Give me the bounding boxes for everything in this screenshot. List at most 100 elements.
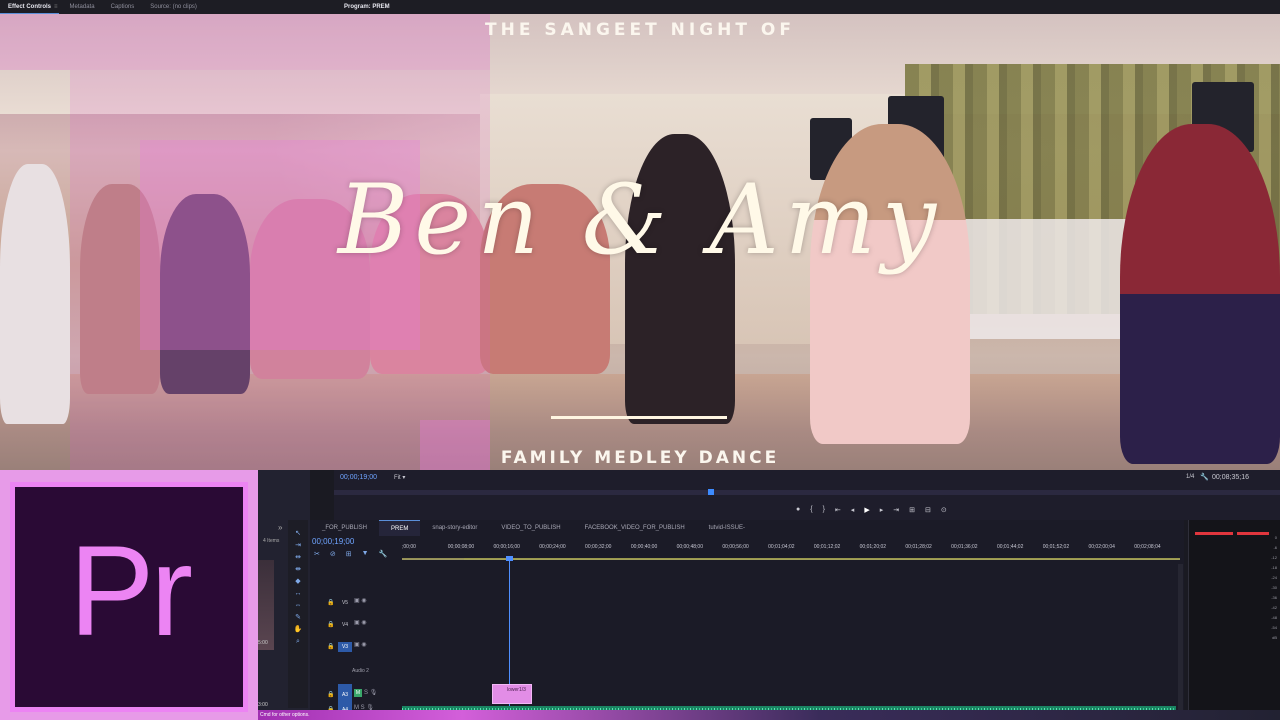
add-marker-icon[interactable]: ● bbox=[796, 506, 800, 514]
program-playhead[interactable] bbox=[708, 489, 714, 495]
track-label-v3[interactable]: V3 bbox=[338, 642, 352, 652]
status-bar: Cmd for other options. bbox=[258, 710, 1280, 720]
graphic-clip-lower-third[interactable]: lower1/3 bbox=[492, 684, 532, 704]
step-back-icon[interactable]: ◂ bbox=[851, 506, 855, 514]
premiere-pro-logo: Pr bbox=[10, 482, 248, 712]
mark-in-icon[interactable]: { bbox=[810, 506, 812, 514]
meter-scale-label: -18 bbox=[1271, 565, 1277, 570]
selection-tool-icon[interactable]: ↖ bbox=[295, 528, 301, 539]
lift-icon[interactable]: ⊞ bbox=[909, 506, 915, 514]
timeline-tools: ✂ ⊘ ⊞ ▼ 🔧 bbox=[314, 550, 387, 558]
snap-icon[interactable]: ✂ bbox=[314, 550, 320, 558]
track-header-v4: 🔒 V4 ▣ ◉ bbox=[310, 614, 402, 634]
zoom-tool-icon[interactable]: ⌕ bbox=[296, 636, 300, 647]
play-icon[interactable]: ▶ bbox=[864, 506, 869, 514]
program-timecode[interactable]: 00;00;19;00 bbox=[340, 474, 377, 481]
tab-metadata[interactable]: Metadata bbox=[62, 0, 103, 14]
linked-selection-icon[interactable]: ⊘ bbox=[330, 550, 336, 558]
tools-panel: ↖ ⇥ ⇹ ⇼ ◆ ↔ ⇔ ✎ ✋ ⌕ bbox=[288, 520, 308, 708]
program-duration: 00;08;35;16 bbox=[1212, 474, 1249, 481]
title-top-text: THE SANGEET NIGHT OF bbox=[485, 20, 795, 40]
tab-tutvid-issue[interactable]: tutvid-ISSUE- bbox=[697, 520, 757, 536]
panel-tab-bar: Effect Controls ≡ Metadata Captions Sour… bbox=[0, 0, 1280, 14]
track-visibility-icon[interactable]: ▣ ◉ bbox=[354, 619, 367, 626]
audio-track-name: Audio 2 bbox=[352, 668, 369, 674]
sequence-tabs: _FOR_PUBLISH PREM snap-story-editor VIDE… bbox=[310, 520, 1184, 536]
timeline-timecode[interactable]: 00;00;19;00 bbox=[312, 537, 354, 546]
meter-scale-label: -54 bbox=[1271, 625, 1277, 630]
go-to-out-icon[interactable]: ⇥ bbox=[893, 506, 899, 514]
track-label-a3[interactable]: A3 bbox=[338, 690, 352, 700]
meter-scale-label: -6 bbox=[1273, 545, 1277, 550]
ruler-tick-label: 00;00;56;00 bbox=[722, 544, 749, 550]
timeline-settings-icon[interactable]: 🔧 bbox=[379, 550, 388, 558]
track-audio-controls: MS 🎙 bbox=[354, 689, 377, 697]
track-visibility-icon[interactable]: ▣ ◉ bbox=[354, 641, 367, 648]
time-ruler[interactable]: ;00;00 00;00;08;00 00;00;16;00 00;00;24;00 0… bbox=[402, 538, 1180, 560]
razor-tool-icon[interactable]: ◆ bbox=[295, 576, 300, 587]
tab-program[interactable]: Program: PREM bbox=[336, 0, 398, 14]
program-scrubber[interactable] bbox=[334, 490, 1280, 495]
pen-tool-icon[interactable]: ✎ bbox=[295, 612, 301, 623]
ruler-tick-label: 00;00;08;00 bbox=[447, 544, 475, 550]
ruler-tick-label: 00;01;28;02 bbox=[905, 544, 932, 550]
mark-out-icon[interactable]: } bbox=[823, 506, 825, 514]
ripple-edit-icon[interactable]: ⇹ bbox=[295, 552, 301, 563]
meter-scale-label: -42 bbox=[1271, 605, 1277, 610]
track-header-v3: 🔒 V3 ▣ ◉ bbox=[310, 636, 402, 656]
step-forward-icon[interactable]: ▸ bbox=[880, 506, 884, 514]
export-frame-icon[interactable]: ⊙ bbox=[941, 506, 947, 514]
fit-label: Fit bbox=[394, 475, 401, 481]
panel-menu-icon[interactable]: ≡ bbox=[54, 4, 58, 10]
solo-button[interactable]: S bbox=[364, 690, 368, 696]
extract-icon[interactable]: ⊟ bbox=[925, 506, 931, 514]
meter-scale-label: -30 bbox=[1271, 585, 1277, 590]
slide-tool-icon[interactable]: ⇔ bbox=[295, 600, 302, 611]
tab-snap-story-editor[interactable]: snap-story-editor bbox=[420, 520, 489, 536]
work-area-bar[interactable] bbox=[402, 558, 1180, 560]
meter-scale-label: -12 bbox=[1271, 555, 1277, 560]
mute-button[interactable]: M bbox=[354, 689, 362, 697]
ruler-tick-label: 00;00;40;00 bbox=[630, 544, 658, 550]
zoom-fit-select[interactable]: Fit ▾ bbox=[394, 474, 405, 481]
tab-effect-controls[interactable]: Effect Controls bbox=[0, 0, 60, 14]
lock-icon[interactable]: 🔒 bbox=[327, 691, 334, 698]
rolling-edit-icon[interactable]: ⇼ bbox=[295, 564, 301, 575]
marker-icon[interactable]: ▼ bbox=[362, 550, 369, 558]
meter-scale-label: 0 bbox=[1274, 535, 1277, 540]
track-header-v5: 🔒 V5 ▣ ◉ bbox=[310, 592, 402, 612]
timeline-vertical-scrollbar[interactable] bbox=[1178, 564, 1183, 714]
tab-facebook-video[interactable]: FACEBOOK_VIDEO_FOR_PUBLISH bbox=[573, 520, 697, 536]
hand-tool-icon[interactable]: ✋ bbox=[294, 624, 303, 635]
tab-video-to-publish[interactable]: VIDEO_TO_PUBLISH bbox=[489, 520, 572, 536]
go-to-in-icon[interactable]: ⇤ bbox=[835, 506, 841, 514]
tab-source[interactable]: Source: (no clips) bbox=[142, 0, 205, 14]
tab-for-publish[interactable]: _FOR_PUBLISH bbox=[310, 520, 379, 536]
panel-overflow-icon[interactable]: » bbox=[278, 523, 282, 532]
add-marker-icon[interactable]: ⊞ bbox=[346, 550, 352, 558]
slip-tool-icon[interactable]: ↔ bbox=[295, 588, 302, 599]
project-thumbnail[interactable] bbox=[258, 560, 274, 650]
lock-icon[interactable]: 🔒 bbox=[327, 599, 334, 606]
editor-panels: » 4 Items 5:00 3:00 00;00;19;00 Fit ▾ 1/… bbox=[258, 470, 1280, 720]
meter-scale-label: dB bbox=[1272, 635, 1277, 640]
lock-icon[interactable]: 🔒 bbox=[327, 621, 334, 628]
project-duration-2: 3:00 bbox=[258, 702, 268, 708]
wrench-icon[interactable]: 🔧 bbox=[1200, 473, 1209, 481]
resolution-select[interactable]: 1/4 bbox=[1186, 474, 1194, 480]
transport-controls: ● { } ⇤ ◂ ▶ ▸ ⇥ ⊞ ⊟ ⊙ bbox=[796, 506, 947, 514]
tab-prem[interactable]: PREM bbox=[379, 520, 421, 536]
lock-icon[interactable]: 🔒 bbox=[327, 643, 334, 650]
track-header-a3: Audio 2 🔒 A3 MS 🎙 bbox=[310, 668, 402, 698]
title-main-text: Ben & Amy bbox=[337, 164, 943, 276]
voiceover-mic-icon[interactable]: 🎙 bbox=[370, 690, 378, 696]
premiere-logo-frame: Pr bbox=[0, 470, 258, 720]
track-visibility-icon[interactable]: ▣ ◉ bbox=[354, 597, 367, 604]
meter-scale-label: -24 bbox=[1271, 575, 1277, 580]
peak-indicator-right bbox=[1237, 532, 1269, 535]
ruler-tick-label: 00;00;24;00 bbox=[539, 544, 566, 550]
track-select-icon[interactable]: ⇥ bbox=[295, 540, 301, 551]
track-label-v5: V5 bbox=[341, 600, 349, 606]
tab-captions[interactable]: Captions bbox=[103, 0, 143, 14]
project-item-count: 4 Items bbox=[263, 538, 280, 544]
